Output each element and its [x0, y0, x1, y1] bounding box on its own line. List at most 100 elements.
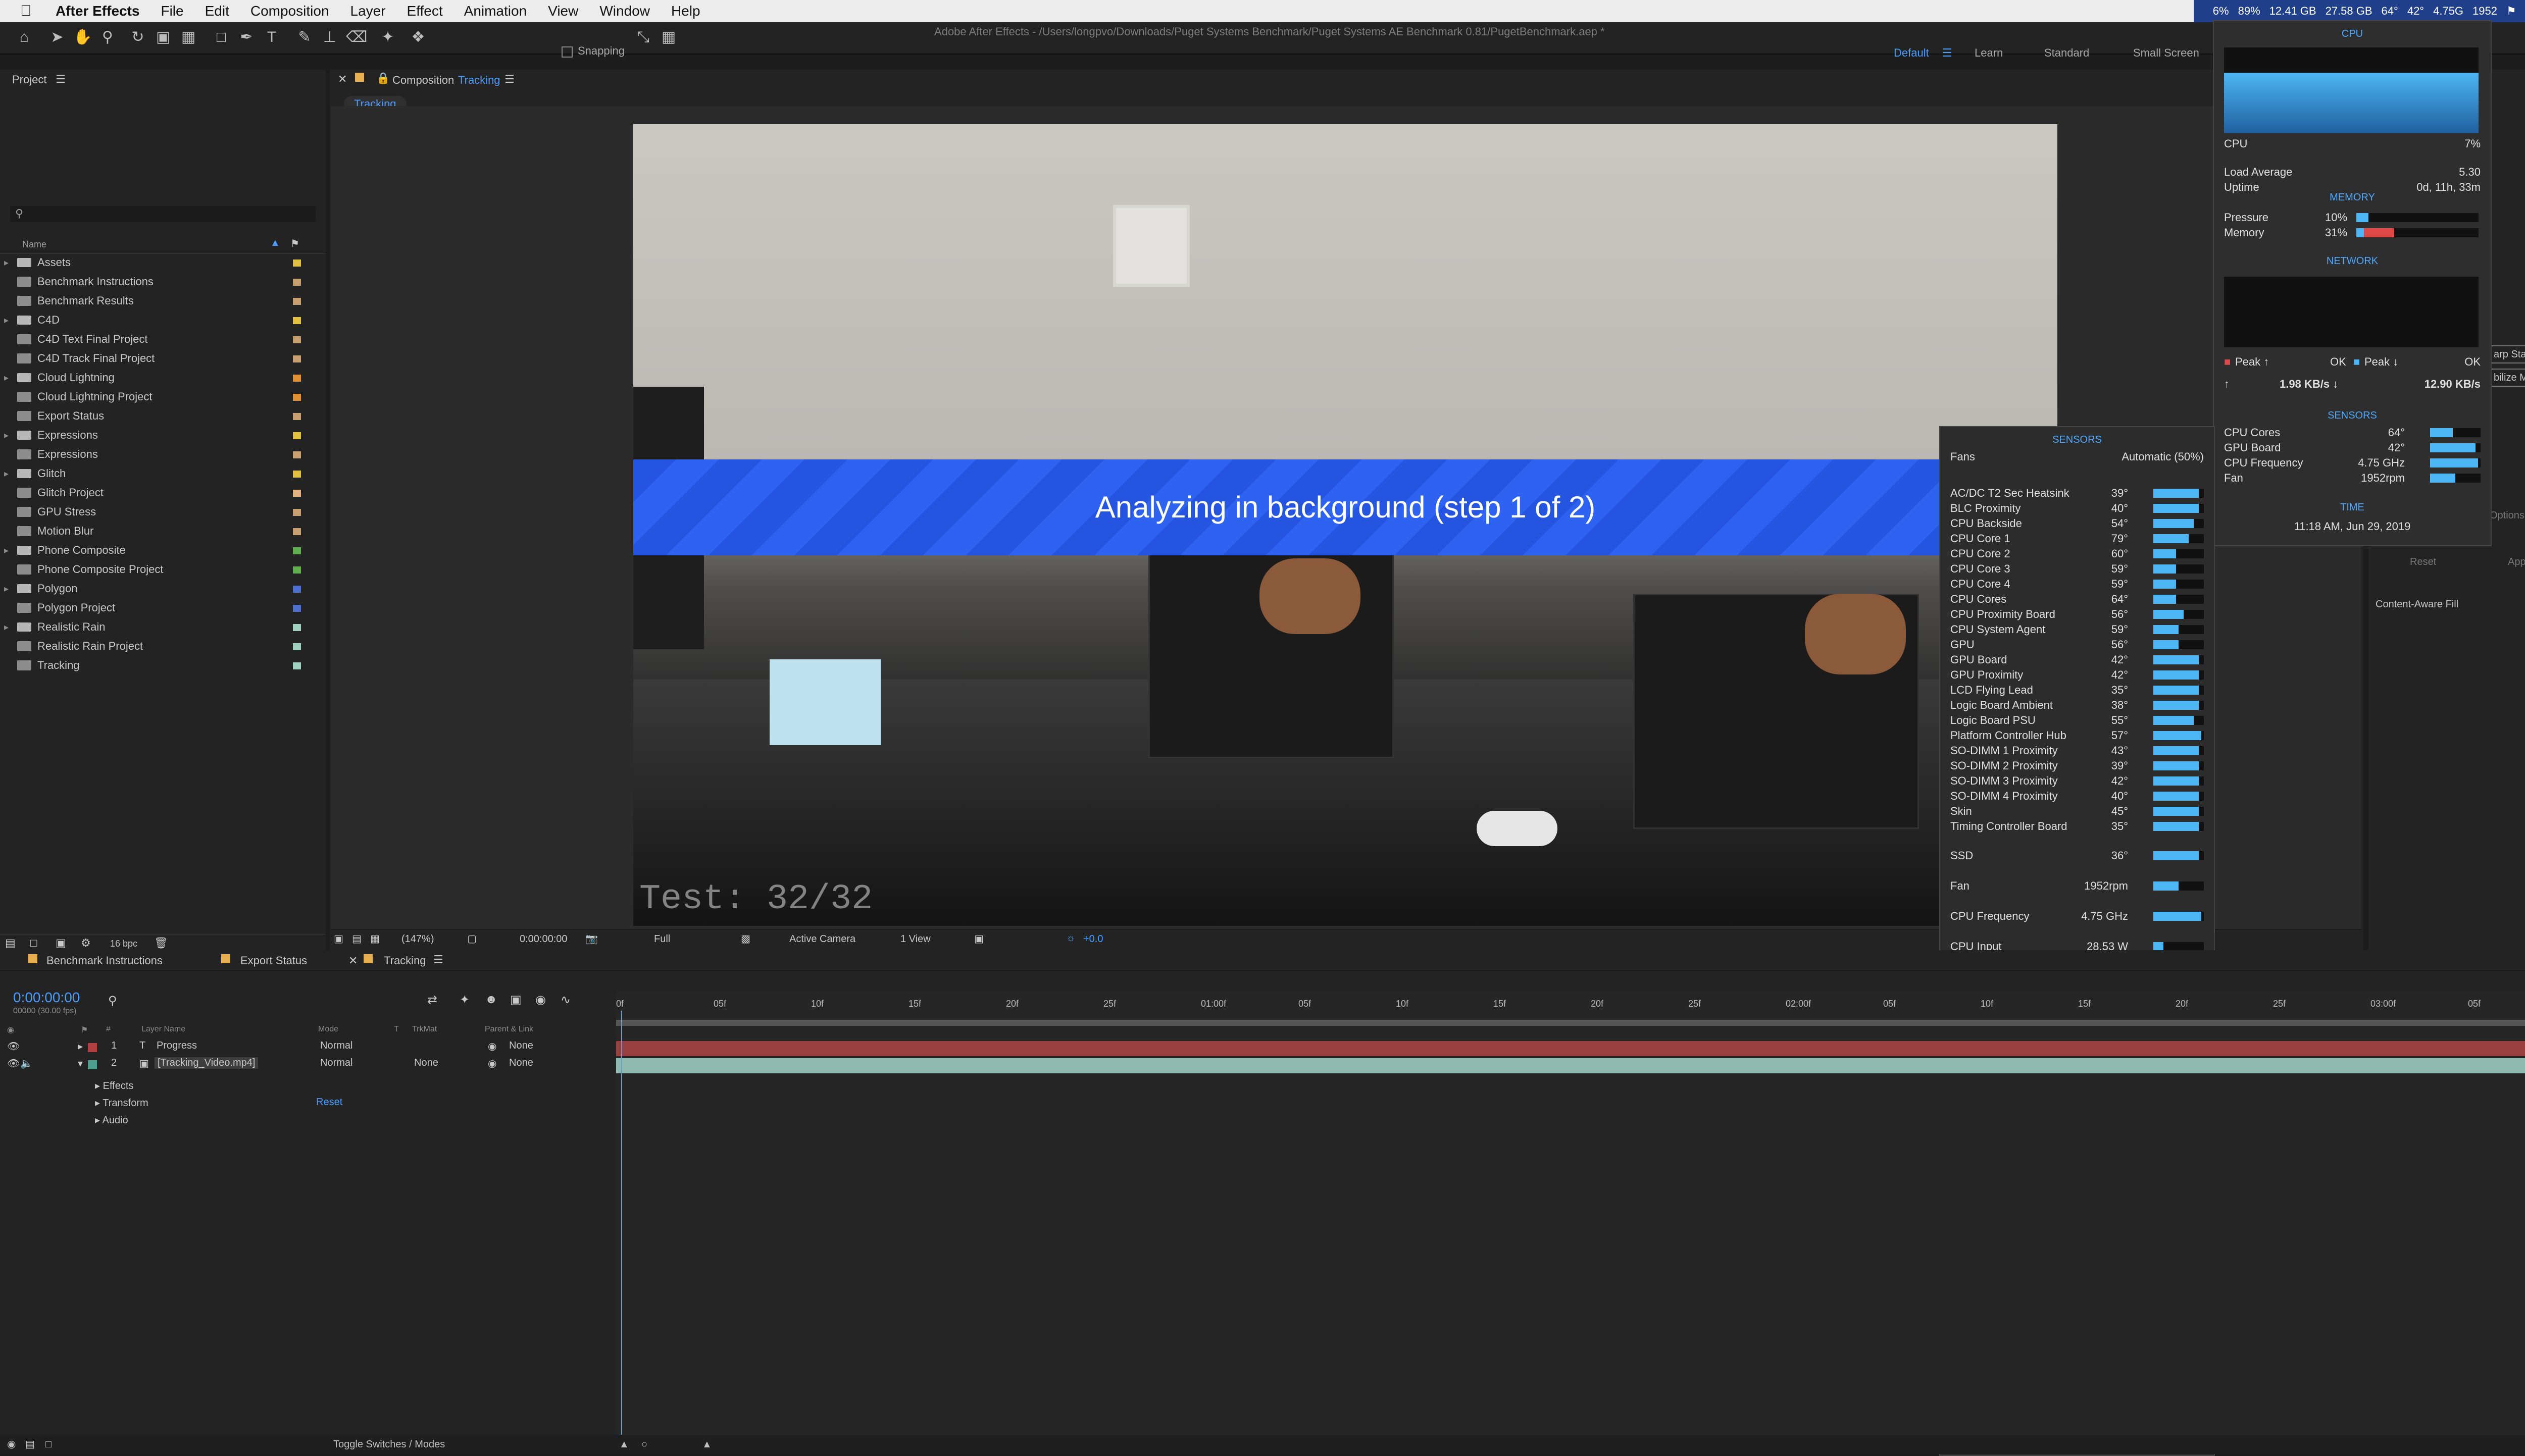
- label-color-swatch[interactable]: [293, 394, 301, 401]
- layer-2-bar[interactable]: [616, 1058, 2525, 1073]
- layer-mode[interactable]: Normal: [320, 1040, 352, 1052]
- always-preview-icon[interactable]: ▣: [334, 932, 343, 945]
- project-comp-item[interactable]: Benchmark Results: [0, 292, 326, 310]
- project-comp-item[interactable]: Benchmark Instructions: [0, 273, 326, 291]
- view-layout-dropdown[interactable]: 1 View: [900, 933, 931, 945]
- trash-icon[interactable]: 🗑: [154, 937, 168, 950]
- snapping-checkbox[interactable]: [562, 46, 573, 58]
- layer-row-1[interactable]: 👁 ▸ 1 T Progress Normal ◉ None: [0, 1040, 616, 1057]
- menu-layer[interactable]: Layer: [350, 3, 386, 19]
- project-comp-item[interactable]: Motion Blur: [0, 522, 326, 540]
- region-icon[interactable]: ▤: [352, 932, 362, 945]
- layer-parent[interactable]: None: [509, 1040, 533, 1052]
- layer-parent[interactable]: None: [509, 1057, 533, 1069]
- workspace-default[interactable]: Default: [1894, 46, 1929, 60]
- rotate-tool-icon[interactable]: ↻: [129, 28, 147, 46]
- project-folder-item[interactable]: ▸ Polygon: [0, 580, 326, 598]
- hand-tool-icon[interactable]: ✋: [73, 28, 92, 46]
- label-color-swatch[interactable]: [293, 624, 301, 631]
- project-comp-item[interactable]: Glitch Project: [0, 484, 326, 502]
- options-label[interactable]: Options...: [2490, 510, 2525, 522]
- zoom-dropdown[interactable]: (147%): [401, 933, 434, 945]
- exposure-icon[interactable]: ☼: [1066, 932, 1075, 944]
- expand-arrow-icon[interactable]: ▸: [4, 618, 9, 636]
- selection-tool-icon[interactable]: ➤: [48, 28, 66, 46]
- visibility-eye-icon[interactable]: 👁: [7, 1057, 20, 1070]
- expand-arrow-icon[interactable]: ▸: [78, 1040, 83, 1053]
- label-color-swatch[interactable]: [293, 490, 301, 497]
- label-color-swatch[interactable]: [293, 279, 301, 286]
- snap-grid-icon[interactable]: ▦: [660, 28, 678, 46]
- panel-menu-icon[interactable]: ☰: [56, 73, 66, 86]
- project-folder-item[interactable]: ▸ Realistic Rain: [0, 618, 326, 636]
- audio-group[interactable]: ▸ Audio: [95, 1114, 128, 1126]
- playhead[interactable]: [621, 1011, 622, 1435]
- freq-status[interactable]: 4.75G: [2433, 5, 2463, 18]
- name-column-header[interactable]: Name: [22, 239, 46, 250]
- composition-tab-label[interactable]: Composition: [392, 74, 454, 87]
- zoom-tool-icon[interactable]: ⚲: [98, 28, 117, 46]
- label-color-swatch[interactable]: [293, 432, 301, 439]
- project-comp-item[interactable]: C4D Track Final Project: [0, 349, 326, 368]
- effects-group[interactable]: ▸ Effects: [95, 1079, 133, 1092]
- label-color-swatch[interactable]: [293, 471, 301, 478]
- project-folder-item[interactable]: ▸ Expressions: [0, 426, 326, 444]
- project-comp-item[interactable]: Expressions: [0, 445, 326, 463]
- label-color-swatch[interactable]: [293, 259, 301, 267]
- puppet-pin-icon[interactable]: ❖: [409, 28, 427, 46]
- net-down-status[interactable]: 27.58 GB: [2326, 5, 2372, 18]
- project-comp-item[interactable]: Tracking: [0, 656, 326, 674]
- workspace-menu-icon[interactable]: ☰: [1942, 46, 1952, 60]
- toggle-pixel-icon[interactable]: ▣: [974, 932, 984, 945]
- new-folder-icon[interactable]: □: [30, 937, 37, 950]
- project-folder-item[interactable]: ▸ C4D: [0, 311, 326, 329]
- exposure-value[interactable]: +0.0: [1083, 933, 1103, 945]
- label-color-swatch[interactable]: [293, 298, 301, 305]
- apple-menu-icon[interactable]: : [20, 3, 40, 20]
- camera-dropdown[interactable]: Active Camera: [789, 933, 855, 945]
- motion-blur-icon[interactable]: ◉: [535, 993, 546, 1007]
- timeline-search-icon[interactable]: ⚲: [108, 994, 117, 1008]
- menu-view[interactable]: View: [548, 3, 578, 19]
- effects-label[interactable]: Effects: [103, 1080, 134, 1091]
- time-ruler[interactable]: 0f 05f 10f 15f 20f 25f 01:00f 05f 10f 15f 20f 25f 02…: [616, 991, 2525, 1011]
- expand-arrow-icon[interactable]: ▸: [4, 369, 9, 387]
- project-comp-item[interactable]: C4D Text Final Project: [0, 330, 326, 348]
- timeline-current-time[interactable]: 0:00:00:00: [13, 990, 80, 1006]
- project-settings-icon[interactable]: ⚙: [81, 937, 91, 950]
- project-folder-item[interactable]: ▸ Glitch: [0, 464, 326, 483]
- workspace-small-screen[interactable]: Small Screen: [2133, 46, 2199, 60]
- timeline-menu-icon[interactable]: ☰: [433, 953, 443, 966]
- transform-reset-link[interactable]: Reset: [316, 1097, 342, 1108]
- lock-icon[interactable]: 🔒: [376, 72, 390, 85]
- graph-editor-icon[interactable]: ∿: [561, 993, 571, 1007]
- project-folder-item[interactable]: ▸ Phone Composite: [0, 541, 326, 559]
- audio-label[interactable]: Audio: [103, 1115, 128, 1126]
- grid-icon[interactable]: ▦: [370, 932, 380, 945]
- shy-icon[interactable]: ☻: [485, 993, 497, 1007]
- transform-group[interactable]: ▸ Transform: [95, 1097, 148, 1109]
- project-comp-item[interactable]: Realistic Rain Project: [0, 637, 326, 655]
- project-comp-item[interactable]: GPU Stress: [0, 503, 326, 521]
- snapshot-icon[interactable]: 📷: [585, 932, 598, 945]
- project-comp-item[interactable]: Polygon Project: [0, 599, 326, 617]
- close-tab-icon[interactable]: ✕: [348, 954, 358, 967]
- layer-1-bar[interactable]: [616, 1041, 2525, 1056]
- col-mode[interactable]: Mode: [318, 1025, 338, 1034]
- temp-status[interactable]: 64°: [2382, 5, 2398, 18]
- workspace-standard[interactable]: Standard: [2044, 46, 2089, 60]
- project-comp-item[interactable]: Export Status: [0, 407, 326, 425]
- render-time-icon[interactable]: ◉: [7, 1435, 16, 1454]
- sort-icon[interactable]: ▲: [270, 237, 280, 249]
- label-column-icon[interactable]: ⚑: [81, 1025, 88, 1035]
- expand-arrow-icon[interactable]: ▸: [4, 580, 9, 598]
- label-column-icon[interactable]: ⚑: [290, 237, 299, 250]
- home-icon[interactable]: ⌂: [15, 28, 33, 46]
- frame-blending-icon[interactable]: ▣: [510, 993, 522, 1007]
- eraser-tool-icon[interactable]: ⌫: [346, 28, 367, 46]
- layer-name[interactable]: Progress: [157, 1040, 197, 1052]
- timeline-track-area[interactable]: 0f 05f 10f 15f 20f 25f 01:00f 05f 10f 15f 20f 25f 02…: [616, 991, 2525, 1435]
- tab-benchmark-instructions[interactable]: Benchmark Instructions: [46, 954, 163, 967]
- clone-stamp-icon[interactable]: ⊥: [321, 28, 339, 46]
- project-folder-item[interactable]: ▸ Cloud Lightning: [0, 369, 326, 387]
